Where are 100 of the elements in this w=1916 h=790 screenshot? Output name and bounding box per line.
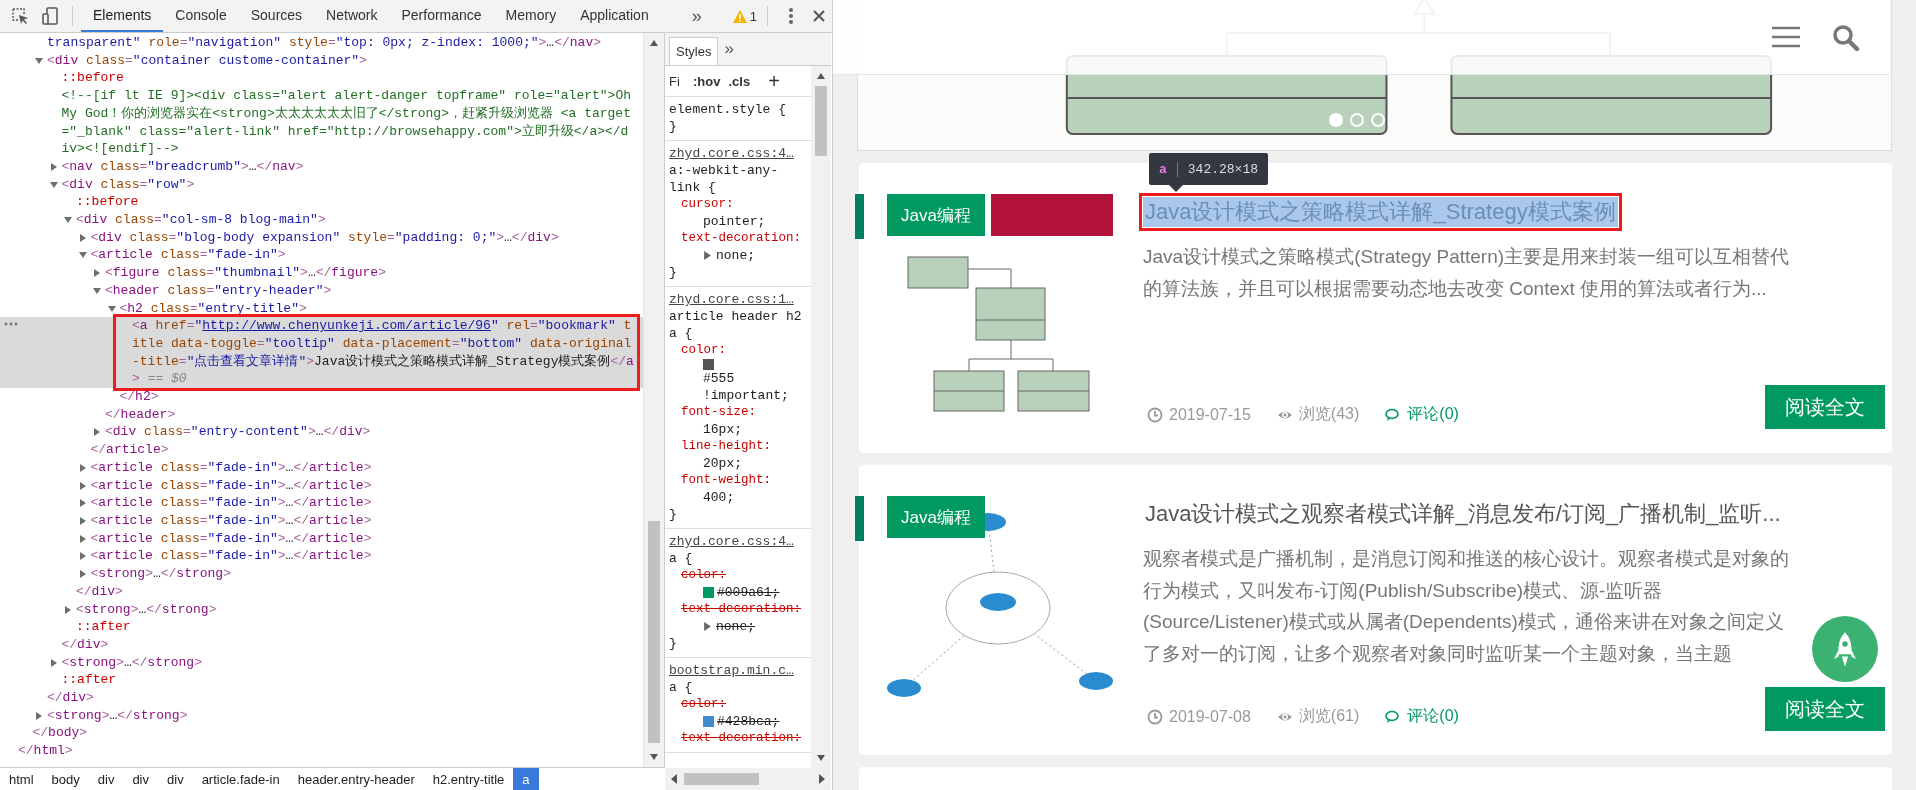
read-more-button[interactable]: 阅读全文 <box>1765 687 1885 731</box>
horizontal-scrollbar[interactable] <box>665 768 831 790</box>
expand-arrow-icon[interactable] <box>93 428 101 437</box>
property-value[interactable]: 400; <box>703 489 735 506</box>
property-value[interactable]: pointer; <box>703 213 766 230</box>
property-value[interactable]: none; <box>716 247 755 264</box>
color-swatch[interactable] <box>703 716 714 727</box>
code-line[interactable]: ::before <box>76 193 635 212</box>
expand-arrow-icon[interactable] <box>78 517 87 525</box>
hover-toggle[interactable]: :hov <box>693 72 721 90</box>
expand-arrow-icon[interactable] <box>78 499 87 508</box>
scroll-down-icon[interactable] <box>649 753 659 761</box>
category-label[interactable]: Java编程 <box>887 194 985 236</box>
property-name[interactable]: font-size: <box>681 404 809 421</box>
code-line[interactable]: </div> <box>47 689 635 707</box>
code-line[interactable]: ::before <box>61 69 635 88</box>
expand-arrow-icon[interactable] <box>64 605 72 614</box>
expand-arrow-icon[interactable] <box>49 658 58 667</box>
scroll-down-icon[interactable] <box>816 754 826 762</box>
code-line[interactable]: </div> <box>61 635 635 654</box>
expand-arrow-icon[interactable] <box>78 463 87 472</box>
code-line[interactable]: <div class="container custome-container"> <box>47 51 635 70</box>
code-line[interactable]: <article class="fade-in">…</article> <box>90 529 635 548</box>
scrollbar-thumb[interactable] <box>815 86 827 156</box>
code-line[interactable]: </h2> <box>119 388 635 406</box>
property-name[interactable]: color: <box>681 567 809 584</box>
device-icon[interactable] <box>40 6 60 26</box>
devtools-tab[interactable]: Console <box>163 0 239 32</box>
property-name[interactable]: cursor: <box>681 196 809 213</box>
devtools-tab[interactable]: Elements <box>81 0 164 32</box>
filter-field[interactable]: Fi <box>669 73 685 89</box>
inspect-icon[interactable] <box>10 6 30 26</box>
class-toggle[interactable]: .cls <box>728 72 751 90</box>
code-line[interactable]: </html> <box>18 742 635 760</box>
search-icon[interactable] <box>1831 23 1861 51</box>
collapse-arrow-icon[interactable] <box>64 216 72 225</box>
new-rule-button[interactable]: + <box>768 72 780 90</box>
scrollbar-thumb[interactable] <box>684 773 759 785</box>
collapse-arrow-icon[interactable] <box>78 251 87 260</box>
scrollbar[interactable] <box>643 33 664 767</box>
code-line[interactable]: <article class="fade-in">…</article> <box>90 494 635 512</box>
source-link[interactable]: zhyd.core.css:1… <box>669 291 809 308</box>
code-line[interactable]: <div class="entry-content">…</div> <box>105 423 635 442</box>
expand-arrow-icon[interactable] <box>78 233 87 242</box>
scrollbar[interactable] <box>811 66 831 768</box>
collapse-arrow-icon[interactable] <box>49 180 58 189</box>
code-line[interactable]: <div class="row"> <box>61 175 635 194</box>
code-line[interactable]: <strong>…</strong> <box>47 706 635 725</box>
breadcrumb[interactable]: div <box>123 768 158 790</box>
property-name[interactable]: text-decoration: <box>681 230 809 247</box>
more-options-icon[interactable] <box>788 7 794 25</box>
code-line[interactable]: transparent" role="navigation" style="top: 0px; z-index: 1000;">…</nav> <box>47 34 635 52</box>
selected-row[interactable]: <a href="http://www.chenyunkeji.com/article/96" rel="bookmark" title data-toggle="tooltip" data-placement="bottom" data-original-title="点击查看文章详情">Java设计模式之策略模式详解_Strategy模式案例</a> == $0 <box>0 317 643 389</box>
article-title[interactable]: Java设计模式之观察者模式详解_消息发布/订阅_广播机制_监听... <box>1143 499 1783 529</box>
expand-arrow-icon[interactable] <box>93 269 101 278</box>
breadcrumb[interactable]: body <box>42 768 89 790</box>
code-line[interactable]: ::after <box>61 671 635 689</box>
code-line[interactable]: <h2 class="entry-title"> <box>119 299 635 318</box>
comment-link[interactable]: 评论(0) <box>1407 404 1459 425</box>
expand-arrow-icon[interactable] <box>78 552 87 561</box>
code-line[interactable]: </body> <box>32 724 635 743</box>
property-name[interactable]: line-height: <box>681 438 809 455</box>
code-line[interactable]: <article class="fade-in">…</article> <box>90 547 635 566</box>
property-value[interactable]: #555 !important; <box>703 370 809 404</box>
expand-arrow-icon[interactable] <box>78 534 87 543</box>
code-line[interactable]: <!--[if lt IE 9]><div class="alert alert-danger topframe" role="alert">Oh My God！你的浏览器实在<strong>太太太太太太旧了</strong>，赶紧升级浏览器 <a target="_blank" class="alert-link" href="http://browsehappy.com">立即升级</a></div><![endif]--> <box>61 87 635 158</box>
property-name[interactable]: text-decoration: <box>681 730 809 747</box>
expand-arrow-icon[interactable] <box>78 570 87 579</box>
code-line[interactable]: <article class="fade-in">…</article> <box>90 476 635 495</box>
breadcrumb[interactable]: header.entry-header <box>288 768 424 790</box>
property-name[interactable]: font-weight: <box>681 472 809 489</box>
property-value[interactable]: 20px; <box>703 455 742 472</box>
code-line[interactable]: <figure class="thumbnail">…</figure> <box>105 264 635 282</box>
code-line[interactable]: <nav class="breadcrumb">…</nav> <box>61 157 635 176</box>
close-icon[interactable] <box>812 9 826 23</box>
devtools-tab[interactable]: Sources <box>238 0 315 32</box>
code-line[interactable]: <article class="fade-in">…</article> <box>90 512 635 530</box>
code-line[interactable]: ::after <box>76 618 635 636</box>
collapse-arrow-icon[interactable] <box>35 56 43 65</box>
breadcrumb[interactable]: div <box>88 768 124 790</box>
scrollbar-thumb[interactable] <box>648 521 660 743</box>
property-name[interactable]: text-decoration: <box>681 601 809 618</box>
expand-arrow-icon[interactable] <box>49 162 58 171</box>
expand-arrow-icon[interactable] <box>703 251 712 260</box>
comment-link[interactable]: 评论(0) <box>1407 706 1459 727</box>
property-name[interactable]: color: <box>681 696 809 713</box>
carousel-dot[interactable] <box>1371 113 1385 127</box>
code-line[interactable]: </div> <box>76 582 635 601</box>
expand-arrow-icon[interactable] <box>78 481 87 490</box>
breadcrumb[interactable]: a <box>513 768 539 790</box>
code-line[interactable]: <article class="fade-in"> <box>90 246 635 265</box>
color-swatch[interactable] <box>703 359 714 370</box>
source-link[interactable]: bootstrap.min.c… <box>669 662 809 679</box>
code-line[interactable]: <div class="col-sm-8 blog-main"> <box>76 211 635 229</box>
property-value[interactable]: 16px; <box>703 421 742 438</box>
breadcrumb[interactable]: article.fade-in <box>192 768 289 790</box>
more-tabs[interactable]: » <box>724 39 734 65</box>
breadcrumb[interactable]: div <box>158 768 193 790</box>
code-line[interactable]: <header class="entry-header"> <box>105 281 635 300</box>
code-line[interactable]: </header> <box>105 405 635 424</box>
